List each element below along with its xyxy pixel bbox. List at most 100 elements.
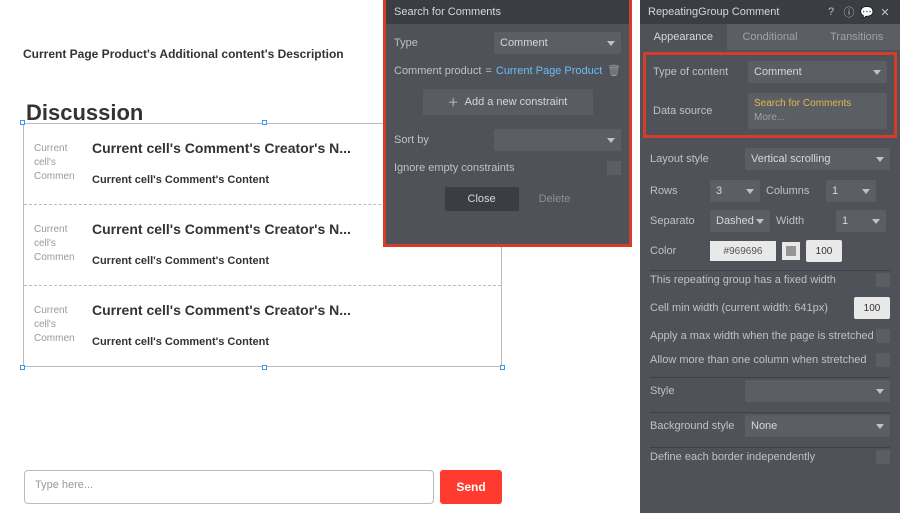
inspector-title: RepeatingGroup Comment xyxy=(648,6,820,18)
separator-value: Dashed xyxy=(716,215,754,227)
resize-handle[interactable] xyxy=(262,120,267,125)
chevron-down-icon xyxy=(872,219,880,224)
type-label: Type xyxy=(394,37,494,49)
data-source-more: More... xyxy=(754,111,881,125)
chevron-down-icon xyxy=(876,157,884,162)
columns-label: Columns xyxy=(766,185,820,197)
description-expression[interactable]: Current Page Product's Additional conten… xyxy=(23,47,344,61)
fixed-width-label: This repeating group has a fixed width xyxy=(650,274,836,286)
columns-value: 1 xyxy=(832,185,838,197)
layout-style-value: Vertical scrolling xyxy=(751,153,830,165)
ignore-empty-label: Ignore empty constraints xyxy=(394,162,514,174)
resize-handle[interactable] xyxy=(20,120,25,125)
layout-style-select[interactable]: Vertical scrolling xyxy=(745,148,890,170)
bg-style-select[interactable]: None xyxy=(745,415,890,437)
sort-label: Sort by xyxy=(394,134,494,146)
columns-select[interactable]: 1 xyxy=(826,180,876,202)
rows-label: Rows xyxy=(650,185,704,197)
delete-button[interactable]: Delete xyxy=(539,193,571,205)
help-icon[interactable]: ? xyxy=(824,6,838,18)
tab-appearance[interactable]: Appearance xyxy=(640,24,727,50)
search-popup: Search for Comments Type Comment Comment… xyxy=(383,0,632,247)
separator-label: Separato xyxy=(650,215,704,227)
type-select[interactable]: Comment xyxy=(494,32,621,54)
define-border-label: Define each border independently xyxy=(650,451,815,463)
chevron-down-icon xyxy=(876,424,884,429)
cell-min-width-input[interactable]: 100 xyxy=(854,297,890,319)
type-of-content-label: Type of content xyxy=(653,66,748,78)
sort-select[interactable] xyxy=(494,129,621,151)
rows-value: 3 xyxy=(716,185,722,197)
data-source-input[interactable]: Search for Comments More... xyxy=(748,93,887,129)
plus-icon: ＋ xyxy=(448,94,459,110)
data-section-highlight: Type of content Comment Data source Sear… xyxy=(643,52,897,138)
rows-select[interactable]: 3 xyxy=(710,180,760,202)
resize-handle[interactable] xyxy=(262,365,267,370)
inspector-tabs: Appearance Conditional Transitions xyxy=(640,24,900,50)
max-width-checkbox[interactable] xyxy=(876,329,890,343)
list-item[interactable]: Current cell's Commen Current cell's Com… xyxy=(24,285,501,366)
tab-conditional[interactable]: Conditional xyxy=(727,24,814,50)
cell-avatar-placeholder[interactable]: Current cell's Commen xyxy=(34,302,82,348)
cell-creator-name[interactable]: Current cell's Comment's Creator's N... xyxy=(92,302,491,318)
separator-select[interactable]: Dashed xyxy=(710,210,770,232)
chevron-down-icon xyxy=(607,41,615,46)
bg-style-label: Background style xyxy=(650,420,745,432)
resize-handle[interactable] xyxy=(20,365,25,370)
constraint-value: Current Page Product xyxy=(496,65,602,77)
color-label: Color xyxy=(650,245,704,257)
close-button[interactable]: Close xyxy=(445,187,519,211)
type-of-content-value: Comment xyxy=(754,66,802,78)
bg-style-value: None xyxy=(751,420,777,432)
cell-avatar-placeholder[interactable]: Current cell's Commen xyxy=(34,140,82,186)
constraint-op: = xyxy=(485,65,491,77)
data-source-label: Data source xyxy=(653,105,748,117)
style-label: Style xyxy=(650,385,745,397)
define-border-checkbox[interactable] xyxy=(876,450,890,464)
info-icon[interactable]: ⓘ xyxy=(842,4,856,20)
comment-input[interactable]: Type here... xyxy=(24,470,434,504)
chevron-down-icon xyxy=(746,189,754,194)
chat-icon[interactable]: 💬 xyxy=(860,6,874,19)
ignore-empty-row: Ignore empty constraints xyxy=(394,161,621,175)
add-constraint-button[interactable]: ＋ Add a new constraint xyxy=(423,89,593,115)
add-constraint-label: Add a new constraint xyxy=(465,96,568,108)
tab-transitions[interactable]: Transitions xyxy=(813,24,900,50)
layout-style-label: Layout style xyxy=(650,153,745,165)
type-of-content-select[interactable]: Comment xyxy=(748,61,887,83)
max-width-label: Apply a max width when the page is stret… xyxy=(650,330,874,342)
trash-icon[interactable]: 🗑 xyxy=(607,64,621,77)
type-value: Comment xyxy=(500,37,548,49)
sort-row: Sort by xyxy=(394,129,621,151)
type-row: Type Comment xyxy=(394,32,621,54)
popup-title[interactable]: Search for Comments xyxy=(386,0,629,24)
width-select[interactable]: 1 xyxy=(836,210,886,232)
multi-column-checkbox[interactable] xyxy=(876,353,890,367)
chevron-down-icon xyxy=(607,138,615,143)
color-hex-input[interactable]: #969696 xyxy=(710,241,776,261)
width-label: Width xyxy=(776,215,830,227)
data-source-value: Search for Comments xyxy=(754,97,881,111)
cell-avatar-placeholder[interactable]: Current cell's Commen xyxy=(34,221,82,267)
cell-comment-content[interactable]: Current cell's Comment's Content xyxy=(92,255,491,267)
multi-column-label: Allow more than one column when stretche… xyxy=(650,354,866,366)
constraint-row[interactable]: Comment product = Current Page Product 🗑 xyxy=(394,64,621,77)
close-icon[interactable]: ✕ xyxy=(878,6,892,19)
chevron-down-icon xyxy=(873,70,881,75)
cell-min-width-label: Cell min width (current width: 641px) xyxy=(650,302,828,314)
chevron-down-icon xyxy=(862,189,870,194)
width-value: 1 xyxy=(842,215,848,227)
constraint-field: Comment product xyxy=(394,65,481,77)
resize-handle[interactable] xyxy=(500,365,505,370)
color-alpha-input[interactable]: 100 xyxy=(806,240,842,262)
chevron-down-icon xyxy=(756,219,764,224)
chevron-down-icon xyxy=(876,389,884,394)
cell-comment-content[interactable]: Current cell's Comment's Content xyxy=(92,336,491,348)
color-swatch[interactable] xyxy=(782,242,800,260)
property-inspector: RepeatingGroup Comment ? ⓘ 💬 ✕ Appearanc… xyxy=(640,0,900,513)
fixed-width-checkbox[interactable] xyxy=(876,273,890,287)
inspector-header[interactable]: RepeatingGroup Comment ? ⓘ 💬 ✕ xyxy=(640,0,900,24)
ignore-empty-checkbox[interactable] xyxy=(607,161,621,175)
style-select[interactable] xyxy=(745,380,890,402)
send-button[interactable]: Send xyxy=(440,470,502,504)
